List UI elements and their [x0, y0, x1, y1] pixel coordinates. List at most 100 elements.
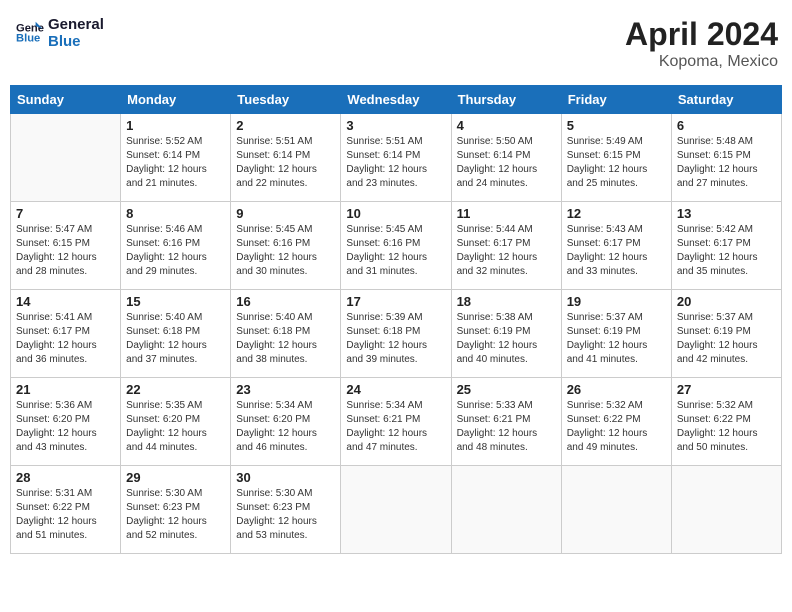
day-number: 1 [126, 118, 225, 133]
calendar-cell: 29 Sunrise: 5:30 AM Sunset: 6:23 PM Dayli… [121, 466, 231, 554]
title-block: April 2024 Kopoma, Mexico [625, 16, 778, 71]
day-info: Sunrise: 5:39 AM Sunset: 6:18 PM Dayligh… [346, 311, 445, 367]
day-info: Sunrise: 5:51 AM Sunset: 6:14 PM Dayligh… [236, 135, 335, 191]
day-info: Sunrise: 5:52 AM Sunset: 6:14 PM Dayligh… [126, 135, 225, 191]
weekday-header: Saturday [671, 86, 781, 114]
day-number: 2 [236, 118, 335, 133]
calendar-cell: 1 Sunrise: 5:52 AM Sunset: 6:14 PM Daylig… [121, 114, 231, 202]
day-info: Sunrise: 5:48 AM Sunset: 6:15 PM Dayligh… [677, 135, 776, 191]
day-number: 14 [16, 294, 115, 309]
weekday-header: Wednesday [341, 86, 451, 114]
day-number: 20 [677, 294, 776, 309]
calendar-header-row: SundayMondayTuesdayWednesdayThursdayFrid… [11, 86, 782, 114]
calendar-cell: 9 Sunrise: 5:45 AM Sunset: 6:16 PM Daylig… [231, 202, 341, 290]
day-info: Sunrise: 5:35 AM Sunset: 6:20 PM Dayligh… [126, 399, 225, 455]
calendar-cell: 5Sunrise: 5:49 AM Sunset: 6:15 PM Daylig… [561, 114, 671, 202]
calendar-cell [561, 466, 671, 554]
calendar-week-row: 14 Sunrise: 5:41 AM Sunset: 6:17 PM Dayli… [11, 290, 782, 378]
day-number: 27 [677, 382, 776, 397]
calendar-cell: 14 Sunrise: 5:41 AM Sunset: 6:17 PM Dayli… [11, 290, 121, 378]
svg-text:Blue: Blue [16, 32, 40, 44]
calendar-week-row: 7Sunrise: 5:47 AM Sunset: 6:15 PM Daylig… [11, 202, 782, 290]
day-info: Sunrise: 5:34 AM Sunset: 6:21 PM Dayligh… [346, 399, 445, 455]
day-info: Sunrise: 5:31 AM Sunset: 6:22 PM Dayligh… [16, 487, 115, 543]
calendar-cell: 6 Sunrise: 5:48 AM Sunset: 6:15 PM Daylig… [671, 114, 781, 202]
calendar-cell: 17 Sunrise: 5:39 AM Sunset: 6:18 PM Dayli… [341, 290, 451, 378]
day-info: Sunrise: 5:32 AM Sunset: 6:22 PM Dayligh… [567, 399, 666, 455]
calendar-cell: 25 Sunrise: 5:33 AM Sunset: 6:21 PM Dayli… [451, 378, 561, 466]
calendar-cell [11, 114, 121, 202]
day-number: 18 [457, 294, 556, 309]
day-info: Sunrise: 5:47 AM Sunset: 6:15 PM Dayligh… [16, 223, 115, 279]
calendar-week-row: 1 Sunrise: 5:52 AM Sunset: 6:14 PM Daylig… [11, 114, 782, 202]
day-number: 10 [346, 206, 445, 221]
day-info: Sunrise: 5:38 AM Sunset: 6:19 PM Dayligh… [457, 311, 556, 367]
day-number: 12 [567, 206, 666, 221]
day-number: 8 [126, 206, 225, 221]
day-info: Sunrise: 5:40 AM Sunset: 6:18 PM Dayligh… [236, 311, 335, 367]
day-info: Sunrise: 5:41 AM Sunset: 6:17 PM Dayligh… [16, 311, 115, 367]
calendar-cell [451, 466, 561, 554]
calendar-cell: 28 Sunrise: 5:31 AM Sunset: 6:22 PM Dayli… [11, 466, 121, 554]
day-number: 29 [126, 470, 225, 485]
day-number: 17 [346, 294, 445, 309]
calendar-cell: 3Sunrise: 5:51 AM Sunset: 6:14 PM Daylig… [341, 114, 451, 202]
calendar-cell: 10Sunrise: 5:45 AM Sunset: 6:16 PM Dayli… [341, 202, 451, 290]
day-number: 24 [346, 382, 445, 397]
logo-line1: General [48, 16, 104, 33]
calendar-cell: 2 Sunrise: 5:51 AM Sunset: 6:14 PM Daylig… [231, 114, 341, 202]
weekday-header: Tuesday [231, 86, 341, 114]
weekday-header: Thursday [451, 86, 561, 114]
calendar-cell: 30Sunrise: 5:30 AM Sunset: 6:23 PM Dayli… [231, 466, 341, 554]
day-number: 26 [567, 382, 666, 397]
day-number: 22 [126, 382, 225, 397]
weekday-header: Monday [121, 86, 231, 114]
calendar-cell: 4Sunrise: 5:50 AM Sunset: 6:14 PM Daylig… [451, 114, 561, 202]
day-number: 16 [236, 294, 335, 309]
day-info: Sunrise: 5:43 AM Sunset: 6:17 PM Dayligh… [567, 223, 666, 279]
day-info: Sunrise: 5:37 AM Sunset: 6:19 PM Dayligh… [677, 311, 776, 367]
calendar-cell [671, 466, 781, 554]
month-year: April 2024 [625, 16, 778, 53]
day-info: Sunrise: 5:30 AM Sunset: 6:23 PM Dayligh… [236, 487, 335, 543]
day-number: 21 [16, 382, 115, 397]
calendar-table: SundayMondayTuesdayWednesdayThursdayFrid… [10, 85, 782, 554]
location: Kopoma, Mexico [625, 53, 778, 71]
calendar-cell: 15 Sunrise: 5:40 AM Sunset: 6:18 PM Dayli… [121, 290, 231, 378]
day-number: 25 [457, 382, 556, 397]
day-info: Sunrise: 5:36 AM Sunset: 6:20 PM Dayligh… [16, 399, 115, 455]
day-number: 15 [126, 294, 225, 309]
day-number: 6 [677, 118, 776, 133]
day-info: Sunrise: 5:40 AM Sunset: 6:18 PM Dayligh… [126, 311, 225, 367]
day-info: Sunrise: 5:34 AM Sunset: 6:20 PM Dayligh… [236, 399, 335, 455]
day-info: Sunrise: 5:42 AM Sunset: 6:17 PM Dayligh… [677, 223, 776, 279]
weekday-header: Sunday [11, 86, 121, 114]
day-info: Sunrise: 5:32 AM Sunset: 6:22 PM Dayligh… [677, 399, 776, 455]
day-info: Sunrise: 5:51 AM Sunset: 6:14 PM Dayligh… [346, 135, 445, 191]
day-info: Sunrise: 5:45 AM Sunset: 6:16 PM Dayligh… [236, 223, 335, 279]
calendar-cell: 20 Sunrise: 5:37 AM Sunset: 6:19 PM Dayli… [671, 290, 781, 378]
day-info: Sunrise: 5:33 AM Sunset: 6:21 PM Dayligh… [457, 399, 556, 455]
calendar-cell: 7Sunrise: 5:47 AM Sunset: 6:15 PM Daylig… [11, 202, 121, 290]
day-info: Sunrise: 5:49 AM Sunset: 6:15 PM Dayligh… [567, 135, 666, 191]
day-info: Sunrise: 5:46 AM Sunset: 6:16 PM Dayligh… [126, 223, 225, 279]
calendar-cell: 23 Sunrise: 5:34 AM Sunset: 6:20 PM Dayli… [231, 378, 341, 466]
calendar-cell: 8 Sunrise: 5:46 AM Sunset: 6:16 PM Daylig… [121, 202, 231, 290]
calendar-cell [341, 466, 451, 554]
day-number: 4 [457, 118, 556, 133]
day-info: Sunrise: 5:30 AM Sunset: 6:23 PM Dayligh… [126, 487, 225, 543]
logo-icon: General Blue [16, 19, 44, 47]
day-number: 28 [16, 470, 115, 485]
day-info: Sunrise: 5:44 AM Sunset: 6:17 PM Dayligh… [457, 223, 556, 279]
day-number: 19 [567, 294, 666, 309]
day-number: 23 [236, 382, 335, 397]
calendar-cell: 16 Sunrise: 5:40 AM Sunset: 6:18 PM Dayli… [231, 290, 341, 378]
calendar-cell: 18 Sunrise: 5:38 AM Sunset: 6:19 PM Dayli… [451, 290, 561, 378]
day-number: 9 [236, 206, 335, 221]
day-number: 11 [457, 206, 556, 221]
calendar-cell: 27 Sunrise: 5:32 AM Sunset: 6:22 PM Dayli… [671, 378, 781, 466]
calendar-cell: 19 Sunrise: 5:37 AM Sunset: 6:19 PM Dayli… [561, 290, 671, 378]
calendar-cell: 12 Sunrise: 5:43 AM Sunset: 6:17 PM Dayli… [561, 202, 671, 290]
day-info: Sunrise: 5:37 AM Sunset: 6:19 PM Dayligh… [567, 311, 666, 367]
calendar-cell: 21 Sunrise: 5:36 AM Sunset: 6:20 PM Dayli… [11, 378, 121, 466]
